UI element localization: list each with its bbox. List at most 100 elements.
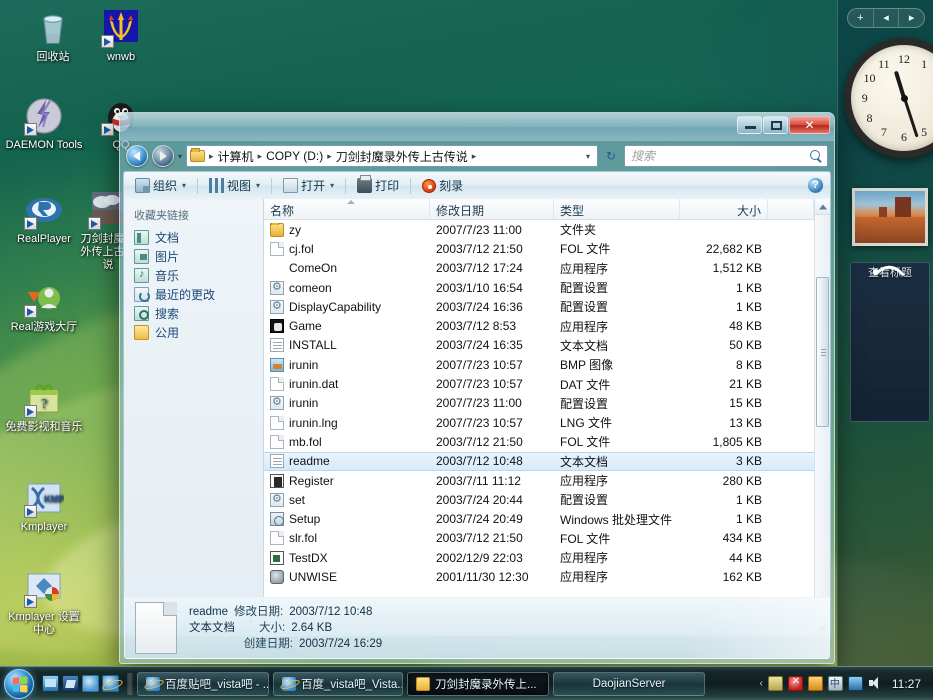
column-header-date[interactable]: 修改日期	[430, 199, 554, 219]
scrollbar-thumb[interactable]	[816, 277, 829, 427]
file-name-cell[interactable]: irunin	[264, 357, 430, 372]
file-name-cell[interactable]: INSTALL	[264, 338, 430, 353]
column-header-filler[interactable]	[768, 199, 814, 219]
volume-icon[interactable]	[868, 676, 883, 691]
forward-button[interactable]	[152, 145, 174, 167]
table-row[interactable]: irunin.lng 2007/7/23 10:57 LNG 文件 13 KB	[264, 413, 814, 432]
desktop-icon-real-game-hall[interactable]: Real游戏大厅	[3, 278, 85, 334]
task-buttons[interactable]: 百度贴吧_vista吧 - ... 百度_vista吧_Vista... 刀剑封魔录…	[137, 671, 705, 696]
photo-gadget[interactable]	[852, 188, 928, 246]
breadcrumb-folder[interactable]: 刀剑封魔录外传上古传说	[334, 148, 470, 165]
ime-icon[interactable]	[827, 675, 843, 691]
file-name-cell[interactable]: TestDX	[264, 550, 430, 565]
system-tray[interactable]: ‹ 11:27	[760, 675, 929, 691]
address-bar[interactable]: ▸ 计算机 ▸ COPY (D:) ▸ 刀剑封魔录外传上古传说 ▸ ▾	[186, 145, 598, 167]
taskbar-button[interactable]: 百度贴吧_vista吧 - ...	[137, 671, 269, 696]
column-header-size[interactable]: 大小	[680, 199, 768, 219]
taskbar[interactable]: 百度贴吧_vista吧 - ... 百度_vista吧_Vista... 刀剑封魔录…	[0, 666, 933, 700]
sidebar-controls[interactable]: + ◂ ▸	[847, 8, 925, 28]
file-rows[interactable]: zy 2007/7/23 11:00 文件夹 cj.fol 2003/7/12 21:5…	[264, 220, 814, 636]
file-name-cell[interactable]: Setup	[264, 512, 430, 527]
windows-sidebar[interactable]: + ◂ ▸ 12 1 2 3 4 5 6 7 8 9 10 11	[837, 0, 933, 666]
desktop-icon-kmplayer[interactable]: KMP Kmplayer	[3, 478, 85, 534]
taskbar-button[interactable]: 百度_vista吧_Vista...	[273, 671, 403, 696]
views-button[interactable]: 视图 ▾	[204, 175, 265, 196]
minimize-button[interactable]	[737, 116, 762, 134]
file-name-cell[interactable]: irunin	[264, 396, 430, 411]
table-row[interactable]: irunin 2007/7/23 11:00 配置设置 15 KB	[264, 394, 814, 413]
back-button[interactable]	[126, 145, 148, 167]
organize-button[interactable]: 组织 ▾	[130, 175, 191, 196]
file-name-cell[interactable]: ComeOn	[264, 261, 430, 275]
file-name-cell[interactable]: irunin.dat	[264, 377, 430, 392]
command-toolbar[interactable]: 组织 ▾ 视图 ▾ 打开 ▾ 打印 刻录 ?	[123, 171, 831, 199]
security-shield-icon[interactable]	[787, 676, 803, 691]
table-row[interactable]: slr.fol 2003/7/12 21:50 FOL 文件 434 KB	[264, 529, 814, 548]
search-input[interactable]	[629, 148, 810, 164]
desktop-icon-wnwb[interactable]: wnwb	[80, 8, 162, 64]
sidebar-item-searches[interactable]: 搜索	[124, 304, 263, 323]
open-button[interactable]: 打开 ▾	[278, 175, 339, 196]
desktop[interactable]: 回收站 wnwb DAEMON Tools RealPlayer 刀剑封魔录外传…	[0, 0, 933, 700]
breadcrumb-computer[interactable]: 计算机	[216, 148, 256, 165]
breadcrumb-drive[interactable]: COPY (D:)	[264, 149, 325, 163]
table-row[interactable]: Setup 2003/7/24 20:49 Windows 批处理文件 1 KB	[264, 509, 814, 528]
file-name-cell[interactable]: zy	[264, 222, 430, 237]
desktop-icon-free-video-music[interactable]: ? 免费影视和音乐	[3, 378, 85, 434]
refresh-button[interactable]: ↻	[602, 146, 620, 166]
show-desktop-icon[interactable]	[42, 675, 59, 692]
file-name-cell[interactable]: mb.fol	[264, 434, 430, 449]
maximize-button[interactable]	[763, 116, 788, 134]
switch-windows-icon[interactable]	[62, 675, 79, 692]
file-name-cell[interactable]: comeon	[264, 280, 430, 295]
safety-icon[interactable]	[807, 676, 823, 691]
vertical-scrollbar[interactable]	[814, 199, 830, 636]
file-name-cell[interactable]: cj.fol	[264, 241, 430, 256]
table-row[interactable]: UNWISE 2001/11/30 12:30 应用程序 162 KB	[264, 567, 814, 586]
file-name-cell[interactable]: slr.fol	[264, 531, 430, 546]
column-header-name[interactable]: 名称	[264, 199, 430, 219]
print-button[interactable]: 打印	[352, 175, 404, 196]
window-controls[interactable]: ✕	[737, 116, 830, 134]
taskbar-clock[interactable]: 11:27	[888, 677, 921, 691]
show-hidden-icons-button[interactable]: ‹	[760, 678, 763, 689]
file-name-cell[interactable]: UNWISE	[264, 569, 430, 584]
network-icon[interactable]	[767, 676, 783, 691]
burn-button[interactable]: 刻录	[417, 175, 468, 196]
table-row[interactable]: readme 2003/7/12 10:48 文本文档 3 KB	[264, 451, 814, 471]
file-name-cell[interactable]: set	[264, 492, 430, 507]
internet-explorer-icon[interactable]	[102, 675, 119, 692]
desktop-icon-daemon-tools[interactable]: DAEMON Tools	[3, 96, 85, 152]
address-dropdown-icon[interactable]: ▾	[582, 152, 594, 161]
qq-quicklaunch-icon[interactable]	[82, 675, 99, 692]
table-row[interactable]: irunin.dat 2007/7/23 10:57 DAT 文件 21 KB	[264, 374, 814, 393]
add-gadget-button[interactable]: +	[848, 9, 874, 27]
taskbar-button[interactable]: 刀剑封魔录外传上...	[407, 671, 549, 696]
sidebar-item-recent-changes[interactable]: 最近的更改	[124, 285, 263, 304]
file-list-pane[interactable]: 名称 修改日期 类型 大小 zy 2007/7/23 11:00 文件夹 cj.fol…	[264, 199, 814, 636]
start-button[interactable]	[4, 668, 34, 699]
file-name-cell[interactable]: readme	[264, 454, 430, 469]
table-row[interactable]: TestDX 2002/12/9 22:03 应用程序 44 KB	[264, 548, 814, 567]
column-header-type[interactable]: 类型	[554, 199, 680, 219]
taskbar-button[interactable]: DaojianServer	[553, 671, 705, 696]
file-name-cell[interactable]: irunin.lng	[264, 415, 430, 430]
table-row[interactable]: INSTALL 2003/7/24 16:35 文本文档 50 KB	[264, 336, 814, 355]
sidebar-item-pictures[interactable]: 图片	[124, 247, 263, 266]
explorer-window[interactable]: ✕ ▾ ▸ 计算机 ▸ COPY (D:) ▸ 刀剑封魔录外传上古传说 ▸ ▾	[119, 112, 835, 664]
table-row[interactable]: cj.fol 2003/7/12 21:50 FOL 文件 22,682 KB	[264, 239, 814, 258]
close-button[interactable]: ✕	[789, 116, 830, 134]
column-headers[interactable]: 名称 修改日期 类型 大小	[264, 199, 814, 220]
navigation-bar[interactable]: ▾ ▸ 计算机 ▸ COPY (D:) ▸ 刀剑封魔录外传上古传说 ▸ ▾ ↻	[120, 141, 834, 171]
table-row[interactable]: DisplayCapability 2003/7/24 16:36 配置设置 1 KB	[264, 297, 814, 316]
window-titlebar[interactable]: ✕	[120, 113, 834, 141]
network-connection-icon[interactable]	[847, 676, 863, 691]
table-row[interactable]: irunin 2007/7/23 10:57 BMP 图像 8 KB	[264, 355, 814, 374]
table-row[interactable]: mb.fol 2003/7/12 21:50 FOL 文件 1,805 KB	[264, 432, 814, 451]
sidebar-item-music[interactable]: 音乐	[124, 266, 263, 285]
table-row[interactable]: zy 2007/7/23 11:00 文件夹	[264, 220, 814, 239]
feed-headlines-gadget[interactable]: 查看标题	[850, 262, 930, 422]
navigation-pane[interactable]: 收藏夹链接 文档 图片 音乐	[124, 199, 264, 636]
sidebar-item-public[interactable]: 公用	[124, 323, 263, 342]
table-row[interactable]: Game 2003/7/12 8:53 应用程序 48 KB	[264, 316, 814, 335]
